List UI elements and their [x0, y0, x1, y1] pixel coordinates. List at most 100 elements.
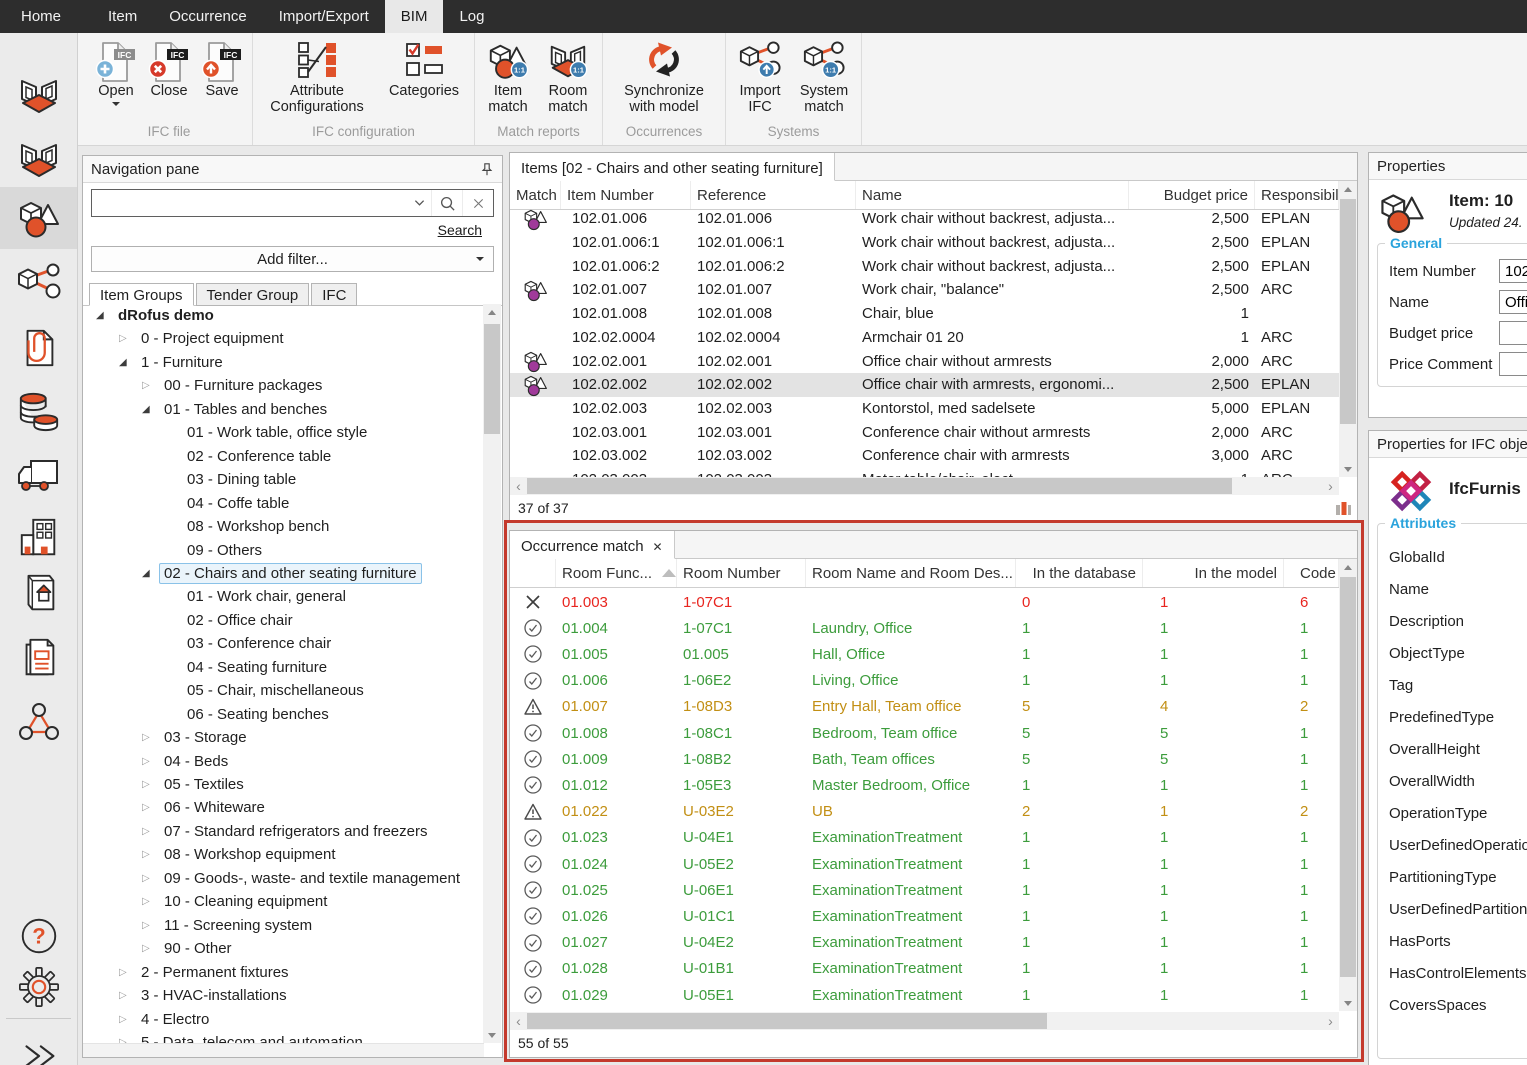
- ifc-attribute-globalid[interactable]: GlobalId: [1389, 549, 1445, 566]
- item-row[interactable]: 102.01.006102.01.006Work chair without b…: [510, 207, 1339, 231]
- tree-hscroll-strip[interactable]: [83, 1043, 484, 1057]
- close-tab-icon[interactable]: ✕: [653, 541, 663, 553]
- tree-item[interactable]: ◢dRofus demo: [96, 304, 219, 327]
- ifc-attribute-coversspaces[interactable]: CoversSpaces: [1389, 997, 1487, 1014]
- tree-item[interactable]: 03 - Conference chair: [165, 632, 336, 655]
- occurrence-row[interactable]: 01.0081-08C1Bedroom, Team office551: [510, 720, 1339, 746]
- menu-log[interactable]: Log: [443, 0, 500, 33]
- occurrence-column-header-in-the-database[interactable]: In the database: [1016, 559, 1143, 587]
- ifc-attribute-overallheight[interactable]: OverallHeight: [1389, 741, 1480, 758]
- save-button[interactable]: IFC Save: [197, 38, 247, 101]
- synchronize-with-model-button[interactable]: Synchronize with model: [608, 38, 720, 117]
- ifc-attribute-description[interactable]: Description: [1389, 613, 1464, 630]
- menu-bim[interactable]: BIM: [385, 0, 444, 33]
- tree-item[interactable]: 03 - Dining table: [165, 468, 301, 491]
- tree-item[interactable]: 01 - Work chair, general: [165, 585, 351, 608]
- sidebar-item-attachments[interactable]: [0, 317, 77, 379]
- import-ifc-button[interactable]: Import IFC: [731, 38, 789, 117]
- sidebar-item-logistics[interactable]: [0, 444, 77, 506]
- expand-icon[interactable]: ▷: [142, 380, 159, 391]
- menu-home[interactable]: Home: [0, 0, 82, 33]
- ifc-attribute-overallwidth[interactable]: OverallWidth: [1389, 773, 1475, 790]
- items-hscrollbar-thumb[interactable]: [527, 478, 1232, 494]
- menu-occurrence[interactable]: Occurrence: [153, 0, 263, 33]
- occurrence-row[interactable]: 01.0091-08B2Bath, Team offices551: [510, 746, 1339, 772]
- sidebar-item-systems[interactable]: [0, 252, 77, 314]
- tree-item[interactable]: 06 - Seating benches: [165, 703, 334, 726]
- item-row[interactable]: 102.01.007102.01.007Work chair, "balance…: [510, 278, 1339, 302]
- tree-item[interactable]: ▷4 - Electro: [119, 1008, 214, 1031]
- tree-item[interactable]: ▷0 - Project equipment: [119, 327, 289, 350]
- occurrence-row[interactable]: 01.0031-07C1016: [510, 589, 1339, 615]
- tree-item[interactable]: ▷11 - Screening system: [142, 914, 317, 937]
- occurrence-row[interactable]: 01.0071-08D3Entry Hall, Team office542: [510, 694, 1339, 720]
- tree-item[interactable]: 02 - Office chair: [165, 609, 298, 632]
- occurrence-vscrollbar-thumb[interactable]: [1340, 577, 1356, 977]
- field-input-price-comment[interactable]: [1499, 352, 1527, 376]
- tree-item[interactable]: ▷07 - Standard refrigerators and freezer…: [142, 820, 432, 843]
- items-vscrollbar-thumb[interactable]: [1340, 199, 1356, 424]
- sidebar-item-settings[interactable]: [0, 956, 77, 1018]
- occurrence-row[interactable]: 01.024U-05E2ExaminationTreatment111: [510, 851, 1339, 877]
- sidebar-item-finance[interactable]: [0, 380, 77, 442]
- tab-items[interactable]: Items [02 - Chairs and other seating fur…: [510, 153, 835, 181]
- sidebar-item-handbook[interactable]: [0, 563, 77, 625]
- occurrence-row[interactable]: 01.028U-01B1ExaminationTreatment111: [510, 956, 1339, 982]
- collapse-icon[interactable]: ◢: [142, 568, 159, 579]
- tree-item[interactable]: ▷04 - Beds: [142, 750, 233, 773]
- room-match-button[interactable]: 1:1Room match: [539, 38, 597, 117]
- item-row[interactable]: 102.01.006:2102.01.006:2Work chair witho…: [510, 254, 1339, 278]
- tree-item[interactable]: 01 - Work table, office style: [165, 421, 372, 444]
- collapse-icon[interactable]: ◢: [96, 310, 113, 321]
- item-row[interactable]: 102.03.003102.03.003Motor table/chair, e…: [510, 468, 1339, 477]
- items-vscrollbar[interactable]: [1339, 181, 1357, 477]
- occurrence-column-header-code[interactable]: Code: [1294, 559, 1339, 587]
- items-column-header-reference[interactable]: Reference: [691, 181, 856, 209]
- item-match-button[interactable]: 1:1Item match: [480, 38, 536, 117]
- items-hscrollbar[interactable]: ‹ ›: [510, 477, 1339, 495]
- ifc-attribute-predefinedtype[interactable]: PredefinedType: [1389, 709, 1494, 726]
- expand-icon[interactable]: ▷: [142, 802, 159, 813]
- expand-icon[interactable]: ▷: [142, 826, 159, 837]
- tree-item[interactable]: ▷05 - Textiles: [142, 773, 249, 796]
- ifc-attribute-objecttype[interactable]: ObjectType: [1389, 645, 1465, 662]
- occurrence-column-header-room-number[interactable]: Room Number: [677, 559, 806, 587]
- tree-item[interactable]: 05 - Chair, mischellaneous: [165, 679, 369, 702]
- tree-item[interactable]: ◢1 - Furniture: [119, 351, 228, 374]
- occurrence-row[interactable]: 01.023U-04E1ExaminationTreatment111: [510, 825, 1339, 851]
- ifc-attribute-name[interactable]: Name: [1389, 581, 1429, 598]
- tree-item[interactable]: 04 - Coffe table: [165, 492, 294, 515]
- tab-item-groups[interactable]: Item Groups: [89, 283, 194, 306]
- sidebar-item-relations[interactable]: [0, 692, 77, 754]
- tree-item[interactable]: ▷10 - Cleaning equipment: [142, 890, 332, 913]
- expand-icon[interactable]: ▷: [142, 849, 159, 860]
- occurrence-vscrollbar[interactable]: [1339, 559, 1357, 1011]
- sidebar-item-buildings[interactable]: [0, 507, 77, 569]
- occurrence-row[interactable]: 01.027U-04E2ExaminationTreatment111: [510, 930, 1339, 956]
- occurrence-column-header-room-func[interactable]: Room Func...: [556, 559, 677, 587]
- items-column-header-name[interactable]: Name: [856, 181, 1129, 209]
- add-filter-button[interactable]: Add filter...: [91, 246, 494, 272]
- tree-item[interactable]: ▷2 - Permanent fixtures: [119, 961, 294, 984]
- item-row[interactable]: 102.02.001102.02.001Office chair without…: [510, 349, 1339, 373]
- collapse-icon[interactable]: ◢: [119, 357, 136, 368]
- clear-search-icon[interactable]: [462, 190, 493, 216]
- categories-button[interactable]: Categories: [379, 38, 469, 101]
- tree-item[interactable]: ▷08 - Workshop equipment: [142, 843, 340, 866]
- ifc-attribute-tag[interactable]: Tag: [1389, 677, 1413, 694]
- expand-icon[interactable]: ▷: [142, 943, 159, 954]
- menu-item[interactable]: Item: [92, 0, 153, 33]
- collapse-icon[interactable]: ◢: [142, 404, 159, 415]
- tree-item[interactable]: ▷5 - Data, telecom and automation: [119, 1031, 368, 1043]
- items-column-header-budget-price[interactable]: Budget price: [1129, 181, 1255, 209]
- attribute-configurations-button[interactable]: Attribute Configurations: [258, 38, 376, 117]
- tree-scrollbar[interactable]: [483, 304, 501, 1043]
- item-row[interactable]: 102.02.002102.02.002Office chair with ar…: [510, 373, 1339, 397]
- tree-item[interactable]: 09 - Others: [165, 539, 267, 562]
- tree-item[interactable]: ▷03 - Storage: [142, 726, 252, 749]
- tree-item[interactable]: ▷90 - Other: [142, 937, 237, 960]
- ifc-attribute-hascontrolelements[interactable]: HasControlElements: [1389, 965, 1527, 982]
- tree-item[interactable]: ▷00 - Furniture packages: [142, 374, 327, 397]
- occurrence-row[interactable]: 01.026U-01C1ExaminationTreatment111: [510, 903, 1339, 929]
- items-column-header-match[interactable]: Match: [510, 181, 561, 209]
